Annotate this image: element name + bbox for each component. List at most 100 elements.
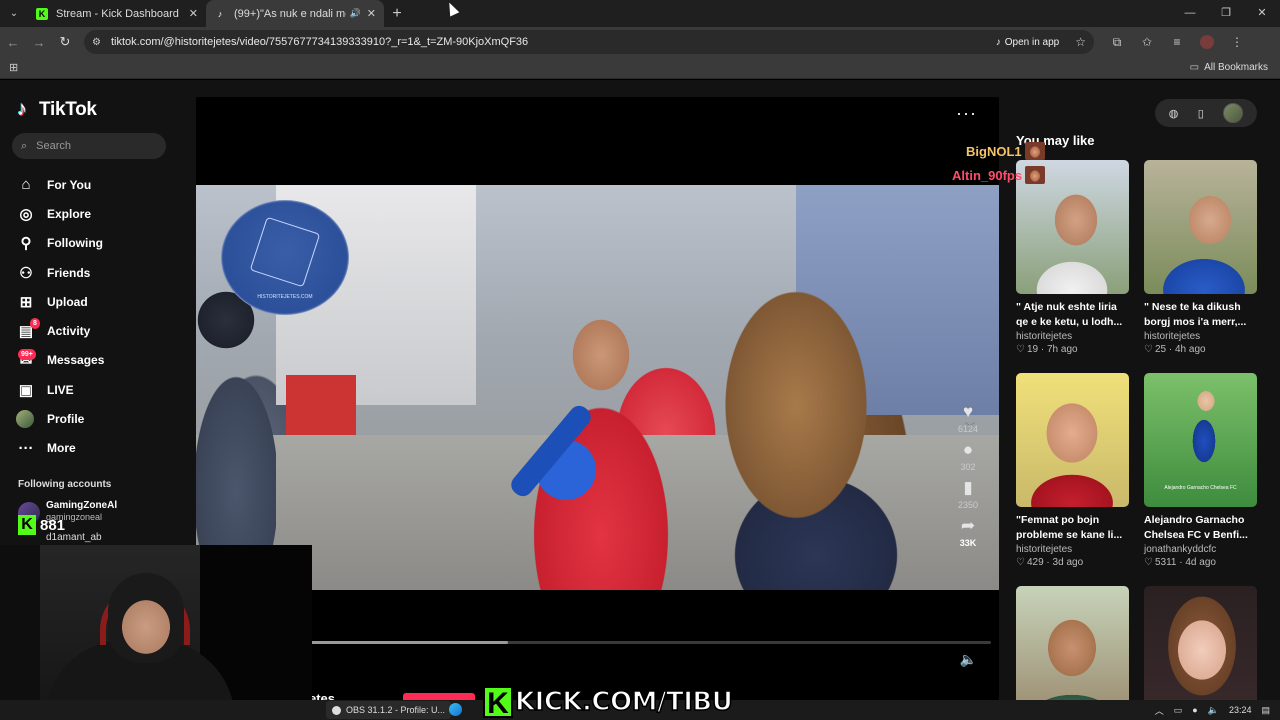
url-bar[interactable]: ⚙ tiktok.com/@historitejetes/video/75576…: [84, 30, 1094, 54]
card-age: 4d ago: [1185, 557, 1216, 568]
system-tray: ︿ ▭ ● 🔈 23:24 ▤: [1145, 700, 1270, 720]
media-controls-icon[interactable]: ≡: [1162, 35, 1192, 49]
forward-icon[interactable]: →: [26, 35, 52, 50]
tab-kick-dashboard[interactable]: K Stream - Kick Dashboard ✕: [28, 0, 206, 27]
tab-close-icon[interactable]: ✕: [367, 7, 376, 20]
following-icon: ⚲: [20, 235, 32, 253]
nav-profile[interactable]: Profile: [16, 404, 104, 433]
site-info-icon[interactable]: ⚙: [92, 37, 101, 48]
recommendation-card[interactable]: " Nese te ka dikush borgj mos i'a merr,.…: [1144, 160, 1257, 355]
heart-outline-icon: ♡: [1016, 344, 1025, 355]
recommendation-card[interactable]: Alejandro Garnacho Chelsea FC Alejandro …: [1144, 373, 1257, 568]
speaker-icon[interactable]: 🔈: [1208, 705, 1219, 716]
speaker-icon[interactable]: 🔊: [350, 8, 361, 19]
nav-live[interactable]: ▣ LIVE: [16, 375, 104, 404]
video-player[interactable]: ··· HISTORITEJETES.COM ︿ ﹀ ♥ 6124 ● 302 ▮ 2…: [196, 97, 999, 706]
card-stats: ♡ 429 · 3d ago: [1016, 557, 1084, 568]
viewer-count: 881: [40, 516, 66, 534]
bookmark-icon: ▮: [963, 478, 973, 497]
nav-activity[interactable]: ▤ 8 Activity: [16, 316, 104, 345]
clock[interactable]: 23:24: [1229, 705, 1252, 715]
coins-icon[interactable]: ◍: [1169, 107, 1179, 120]
device-icon[interactable]: ▯: [1198, 107, 1204, 120]
card-likes: 19: [1026, 344, 1039, 355]
card-caption: qe e ke ketu, u lodh...: [1016, 316, 1123, 328]
emote-icon: [1025, 166, 1046, 184]
nav-label: Profile: [47, 412, 85, 427]
tab-search-icon[interactable]: ⌄: [0, 0, 28, 27]
heart-outline-icon: ♡: [1144, 557, 1153, 568]
tiktok-icon: ♪: [995, 36, 1001, 48]
heart-outline-icon: ♡: [1016, 557, 1025, 568]
kick-logo-icon: K: [18, 515, 36, 535]
nav-for-you[interactable]: ⌂ For You: [16, 170, 104, 199]
more-icon: ···: [18, 439, 34, 457]
save-count: 2350: [957, 500, 979, 510]
tab-close-icon[interactable]: ✕: [189, 7, 198, 20]
card-author[interactable]: historitejetes: [1016, 544, 1129, 555]
network-icon[interactable]: ▭: [1174, 705, 1183, 716]
main-nav: ⌂ For You ◎ Explore ⚲ Following ⚇ Friends ⊞ U…: [16, 170, 104, 463]
search-icon: ⌕: [21, 139, 28, 152]
apps-grid-icon[interactable]: ⊞: [9, 61, 18, 74]
extensions-icon[interactable]: ⧉: [1102, 35, 1132, 50]
all-bookmarks-button[interactable]: ▭ All Bookmarks: [1190, 62, 1268, 73]
top-right-actions: ◍ ▯: [1155, 99, 1257, 127]
restore-icon[interactable]: ❐: [1208, 0, 1244, 27]
avatar[interactable]: [1223, 103, 1244, 123]
video-thumbnail[interactable]: [1144, 160, 1257, 294]
nav-upload[interactable]: ⊞ Upload: [16, 287, 104, 316]
video-frame[interactable]: HISTORITEJETES.COM: [196, 185, 999, 590]
reload-icon[interactable]: ↻: [52, 34, 78, 50]
activity-badge: 8: [30, 318, 40, 330]
video-thumbnail[interactable]: [1016, 373, 1129, 507]
tab-title: (99+)"As nuk e ndali me da: [234, 7, 346, 20]
card-age: 7h ago: [1046, 344, 1078, 355]
share-icon: ➦: [960, 516, 976, 535]
card-likes: 5311: [1154, 557, 1177, 568]
browser-menu-icon[interactable]: ⋮: [1222, 35, 1252, 49]
video-progress-bar[interactable]: [311, 641, 991, 644]
favorites-icon[interactable]: ✩: [1132, 35, 1162, 49]
card-author[interactable]: historitejetes: [1144, 331, 1257, 342]
back-icon[interactable]: ←: [0, 35, 26, 50]
microphone-icon[interactable]: ●: [1192, 705, 1197, 715]
video-thumbnail[interactable]: Alejandro Garnacho Chelsea FC: [1144, 373, 1257, 507]
notification-icon[interactable]: ▤: [1261, 705, 1270, 716]
more-options-icon[interactable]: ···: [956, 103, 977, 124]
card-likes: 429: [1026, 557, 1044, 568]
like-button[interactable]: ♥ 6124: [953, 402, 983, 434]
taskbar-obs-button[interactable]: OBS 31.1.2 - Profile: U...: [326, 701, 452, 719]
recommendation-card[interactable]: " Atje nuk eshte liria qe e ke ketu, u l…: [1016, 160, 1129, 355]
bookmark-star-icon[interactable]: ☆: [1075, 35, 1086, 49]
close-window-icon[interactable]: ✕: [1244, 0, 1280, 27]
tab-tiktok-video[interactable]: ♪ (99+)"As nuk e ndali me da 🔊 ✕: [206, 0, 384, 27]
nav-more[interactable]: ··· More: [16, 434, 104, 463]
chevron-up-icon[interactable]: ︿: [1155, 704, 1164, 717]
nav-explore[interactable]: ◎ Explore: [16, 199, 104, 228]
compass-icon: ◎: [19, 205, 33, 223]
card-author[interactable]: historitejetes: [1016, 331, 1129, 342]
browser-taskbar-icon[interactable]: [449, 703, 462, 716]
open-in-app-button[interactable]: ♪ Open in app: [996, 37, 1060, 48]
nav-label: Explore: [47, 206, 92, 221]
search-input[interactable]: ⌕ Search: [12, 133, 166, 159]
video-scene-kiosk: [286, 375, 356, 435]
save-button[interactable]: ▮ 2350: [953, 478, 983, 510]
nav-label: For You: [47, 177, 92, 192]
recommendation-card[interactable]: "Femnat po bojn probleme se kane li... h…: [1016, 373, 1129, 568]
nav-friends[interactable]: ⚇ Friends: [16, 258, 104, 287]
tiktok-logo[interactable]: ♪ TikTok: [17, 99, 97, 121]
obs-icon: [332, 705, 341, 715]
minimize-icon[interactable]: —: [1172, 0, 1208, 27]
nav-following[interactable]: ⚲ Following: [16, 229, 104, 258]
nav-messages[interactable]: ✉ 99+ Messages: [16, 346, 104, 375]
volume-icon[interactable]: 🔈: [960, 651, 977, 668]
new-tab-button[interactable]: +: [384, 5, 410, 23]
taskbar-obs-label: OBS 31.1.2 - Profile: U...: [346, 705, 446, 715]
share-button[interactable]: ➦ 33K: [953, 516, 983, 548]
profile-avatar[interactable]: [1200, 35, 1214, 49]
comment-button[interactable]: ● 302: [953, 440, 983, 472]
card-author[interactable]: jonathankyddcfc: [1144, 544, 1257, 555]
card-stats: ♡ 5311 · 4d ago: [1144, 557, 1216, 568]
